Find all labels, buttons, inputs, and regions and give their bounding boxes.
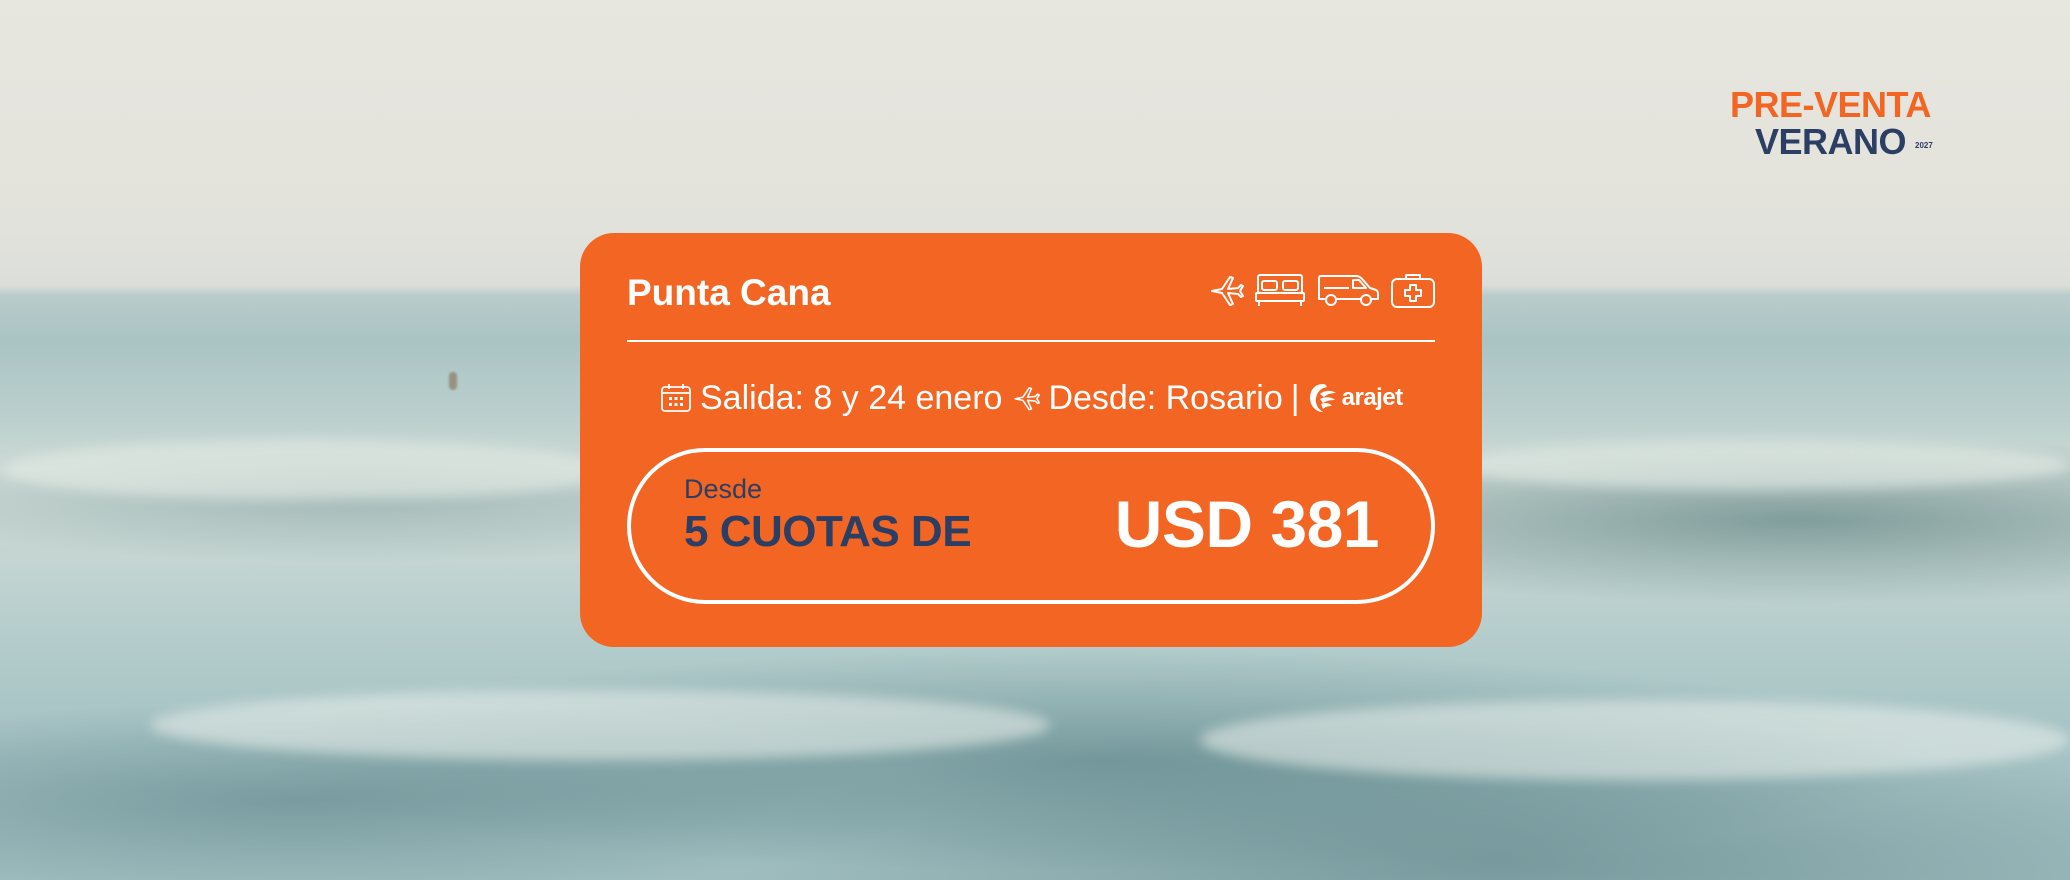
brand-subtitle-text: VERANO	[1755, 121, 1907, 162]
plane-icon	[1208, 272, 1244, 308]
separator: |	[1290, 378, 1300, 417]
wave-foam	[150, 690, 1050, 760]
price-amount: USD 381	[1114, 487, 1380, 561]
installments-label: 5 CUOTAS DE	[684, 507, 972, 556]
plane-icon	[1012, 384, 1041, 412]
offer-card[interactable]: Punta Cana Salida: 8 y 24 enero Desde: R…	[580, 233, 1482, 647]
van-icon	[1316, 272, 1380, 308]
departure-city: Desde: Rosario	[1048, 378, 1283, 417]
included-services	[1208, 271, 1436, 309]
trip-details: Salida: 8 y 24 enero Desde: Rosario | ar…	[660, 373, 1403, 423]
bed-icon	[1254, 272, 1306, 308]
brand-subtitle: VERANO 2027	[1730, 124, 1935, 160]
price-from-label: Desde	[684, 474, 763, 504]
wave-foam	[1450, 440, 2070, 490]
airline-logo: arajet	[1308, 382, 1403, 414]
airline-name: arajet	[1341, 384, 1404, 411]
wave-foam	[0, 440, 620, 500]
price-box: Desde 5 CUOTAS DE USD 381	[627, 448, 1435, 604]
surfer-silhouette	[449, 372, 457, 390]
brand-year: 2027	[1915, 141, 1933, 150]
brand-title: PRE-VENTA	[1730, 84, 1931, 125]
brand-logo: PRE-VENTA VERANO 2027	[1730, 86, 1935, 160]
calendar-icon	[660, 382, 692, 414]
departure-dates: Salida: 8 y 24 enero	[700, 378, 1003, 417]
wave-foam	[1200, 700, 2070, 780]
arajet-bird-icon	[1308, 382, 1338, 414]
first-aid-kit-icon	[1390, 271, 1436, 309]
destination-title: Punta Cana	[627, 272, 831, 313]
card-divider	[627, 340, 1435, 342]
